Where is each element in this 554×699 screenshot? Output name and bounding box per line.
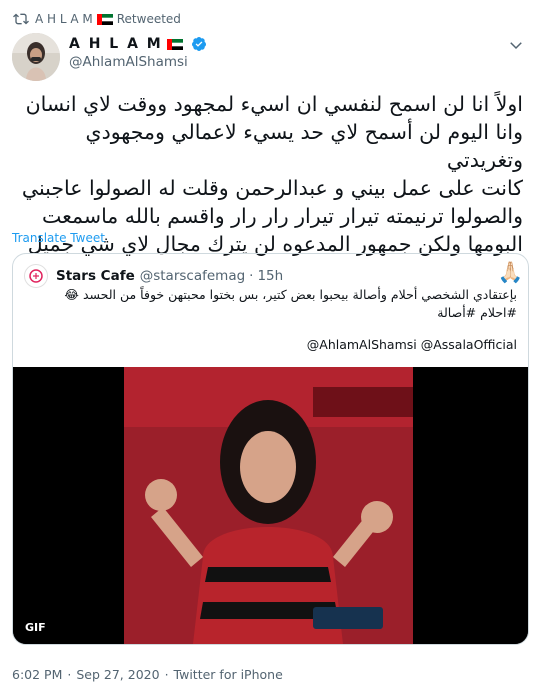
tweet-date[interactable]: Sep 27, 2020: [76, 667, 159, 682]
quoted-author-handle[interactable]: @starscafemag: [140, 268, 245, 284]
quoted-hashtags[interactable]: #احلام #أصالة: [27, 304, 517, 322]
tweet-line: والصولوا ترنيمته تيرار تيرار رار رار واق…: [42, 204, 523, 228]
retweeter-name[interactable]: A H L A M: [35, 12, 93, 26]
tweet-line: وانا اليوم لن أسمح لاي حد يسيء لاعمالي و…: [85, 120, 523, 172]
author-display-name[interactable]: A H L A M: [69, 36, 207, 52]
avatar-image: [12, 33, 60, 81]
verified-badge-icon: [191, 37, 206, 51]
chevron-down-icon[interactable]: [507, 36, 525, 54]
tweet-line: اولاً انا لن اسمح لنفسي ان اسيء لمجهود و…: [25, 92, 523, 116]
author-name[interactable]: A H L A M: [69, 36, 163, 52]
quoted-media[interactable]: GIF: [13, 367, 528, 644]
retweeted-label: Retweeted: [116, 12, 181, 26]
retweet-icon: [13, 13, 29, 25]
quoted-tweet[interactable]: Stars Cafe @starscafemag · 15h بإعتقادي …: [12, 253, 529, 645]
tweet-line: كانت على عمل بيني و عبدالرحمن وقلت له ال…: [21, 176, 523, 200]
quoted-author-name[interactable]: Stars Cafe: [56, 268, 135, 284]
uae-flag-icon: [166, 38, 183, 50]
author-block: A H L A M @AhlamAlShamsi: [69, 36, 207, 70]
quoted-tweet-text: بإعتقادي الشخصي أحلام وأصالة بيحبوا بعض …: [27, 286, 517, 322]
tweet-source[interactable]: Twitter for iPhone: [174, 667, 283, 682]
quoted-separator: ·: [249, 268, 254, 284]
tweet-footer: 6:02 PM · Sep 27, 2020 · Twitter for iPh…: [12, 667, 288, 682]
footer-separator: ·: [164, 667, 169, 682]
quoted-mentions[interactable]: @AhlamAlShamsi @AssalaOfficial: [307, 337, 517, 352]
gif-preview-image: [13, 367, 528, 644]
retweet-context: A H L A M Retweeted: [13, 8, 181, 30]
quoted-author-avatar[interactable]: [24, 264, 48, 288]
author-avatar[interactable]: [12, 33, 60, 81]
author-handle[interactable]: @AhlamAlShamsi: [69, 54, 207, 70]
translate-tweet-link[interactable]: Translate Tweet: [12, 231, 105, 245]
gif-badge: GIF: [20, 619, 51, 636]
stars-cafe-logo-icon: [29, 269, 43, 283]
quoted-text-line: بإعتقادي الشخصي أحلام وأصالة بيحبوا بعض …: [64, 287, 517, 302]
footer-separator: ·: [67, 667, 72, 682]
uae-flag-icon: [96, 13, 113, 25]
tweet-time[interactable]: 6:02 PM: [12, 667, 62, 682]
quoted-time[interactable]: 15h: [257, 268, 283, 284]
quoted-tweet-header: Stars Cafe @starscafemag · 15h: [24, 264, 283, 288]
